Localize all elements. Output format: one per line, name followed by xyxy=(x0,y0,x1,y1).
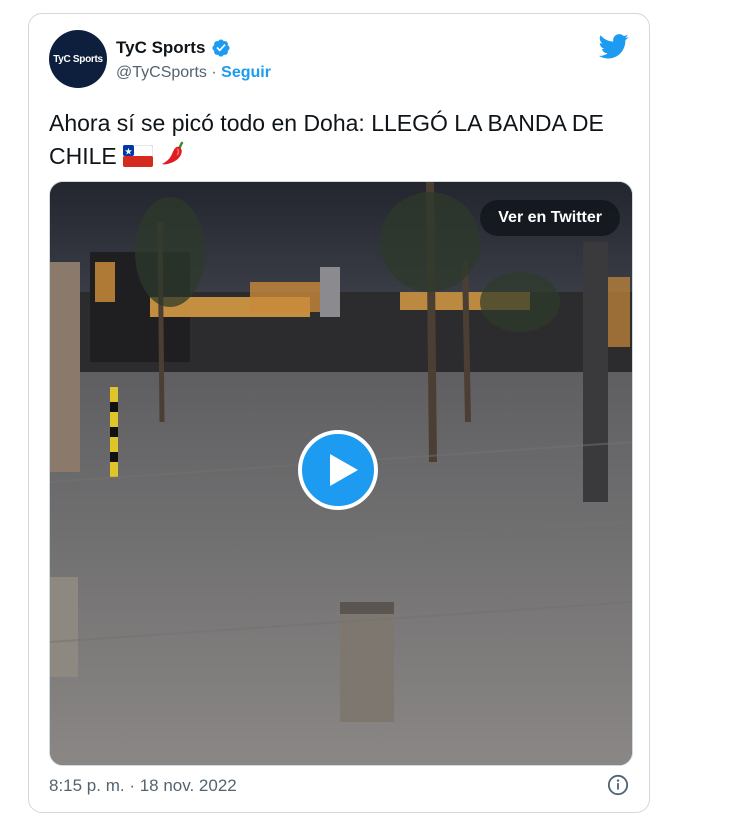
separator: · xyxy=(211,64,217,81)
follow-button[interactable]: Seguir xyxy=(221,64,271,81)
view-on-twitter-button[interactable]: Ver en Twitter xyxy=(480,200,620,236)
account-name-row: TyC Sports xyxy=(116,38,231,58)
play-button[interactable] xyxy=(298,430,378,510)
hot-pepper-icon xyxy=(161,141,183,165)
play-icon xyxy=(330,454,358,486)
account-name[interactable]: TyC Sports xyxy=(116,38,205,58)
video-media[interactable]: Ver en Twitter xyxy=(49,181,633,766)
chile-flag-icon xyxy=(123,145,154,167)
twitter-logo-icon[interactable] xyxy=(599,34,629,59)
tweet-card: TyC Sports TyC Sports @TyCSports · Segui… xyxy=(28,13,650,813)
info-icon[interactable] xyxy=(607,774,629,796)
avatar-text: TyC Sports xyxy=(53,53,103,65)
account-handle[interactable]: @TyCSports xyxy=(116,64,207,81)
handle-row: @TyCSports · Seguir xyxy=(116,64,271,82)
verified-badge-icon xyxy=(212,39,230,57)
avatar[interactable]: TyC Sports xyxy=(49,30,107,88)
tweet-text-block: Ahora sí se picó todo en Doha: LLEGÓ LA … xyxy=(49,108,639,172)
tweet-timestamp[interactable]: 8:15 p. m. · 18 nov. 2022 xyxy=(49,776,237,796)
